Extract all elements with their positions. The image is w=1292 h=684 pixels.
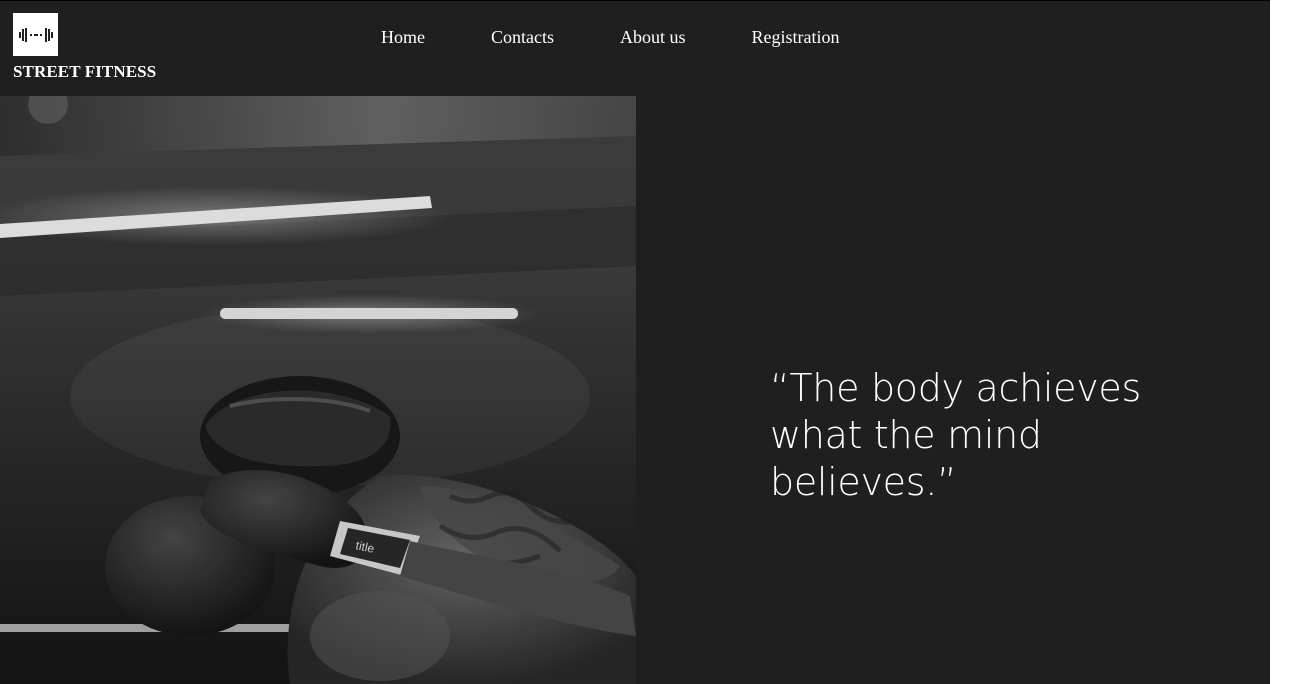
nav-about-us[interactable]: About us xyxy=(620,26,686,48)
hero-image: title xyxy=(0,96,636,684)
nav-registration[interactable]: Registration xyxy=(752,26,840,48)
nav-home[interactable]: Home xyxy=(381,26,425,48)
page: STREET FITNESS Home Contacts About us Re… xyxy=(0,0,1270,684)
logo-link[interactable] xyxy=(13,13,58,56)
boxer-photo: title xyxy=(0,96,636,684)
nav-contacts[interactable]: Contacts xyxy=(491,26,554,48)
dumbbell-icon xyxy=(18,27,53,42)
main-nav: Home Contacts About us Registration xyxy=(381,26,840,48)
hero-quote: “The body achieves what the mind believe… xyxy=(770,366,1141,504)
brand-name: STREET FITNESS xyxy=(13,62,157,81)
